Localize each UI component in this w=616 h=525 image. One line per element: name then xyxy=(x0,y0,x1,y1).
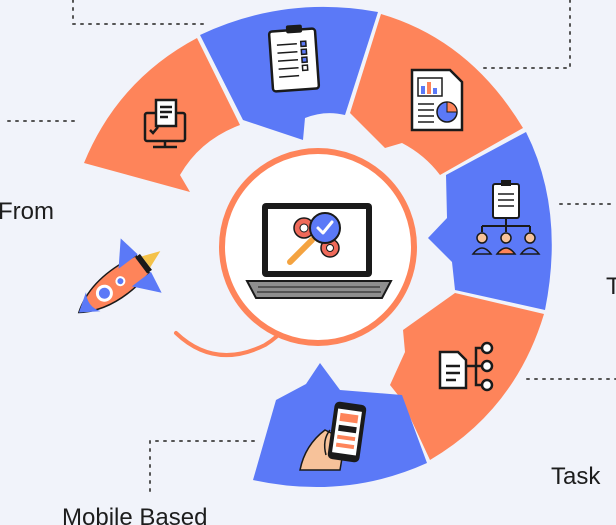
connector-top-left xyxy=(72,0,206,25)
label-mobile-based: Mobile Based xyxy=(62,504,208,525)
report-chart-icon xyxy=(410,68,464,132)
connector-top-right xyxy=(479,0,571,69)
clipboard-checklist-icon xyxy=(267,24,321,93)
label-right-partial: T xyxy=(606,273,616,300)
label-task: Task xyxy=(551,463,601,490)
cycle-diagram xyxy=(7,0,616,492)
label-from: From xyxy=(0,198,54,225)
connector-bottom-left xyxy=(149,440,256,492)
center-hub xyxy=(219,148,417,346)
diagram-stage: From Task Mobile Based T xyxy=(0,0,616,525)
rocket-icon xyxy=(77,238,162,314)
laptop-testing-icon xyxy=(245,203,393,299)
